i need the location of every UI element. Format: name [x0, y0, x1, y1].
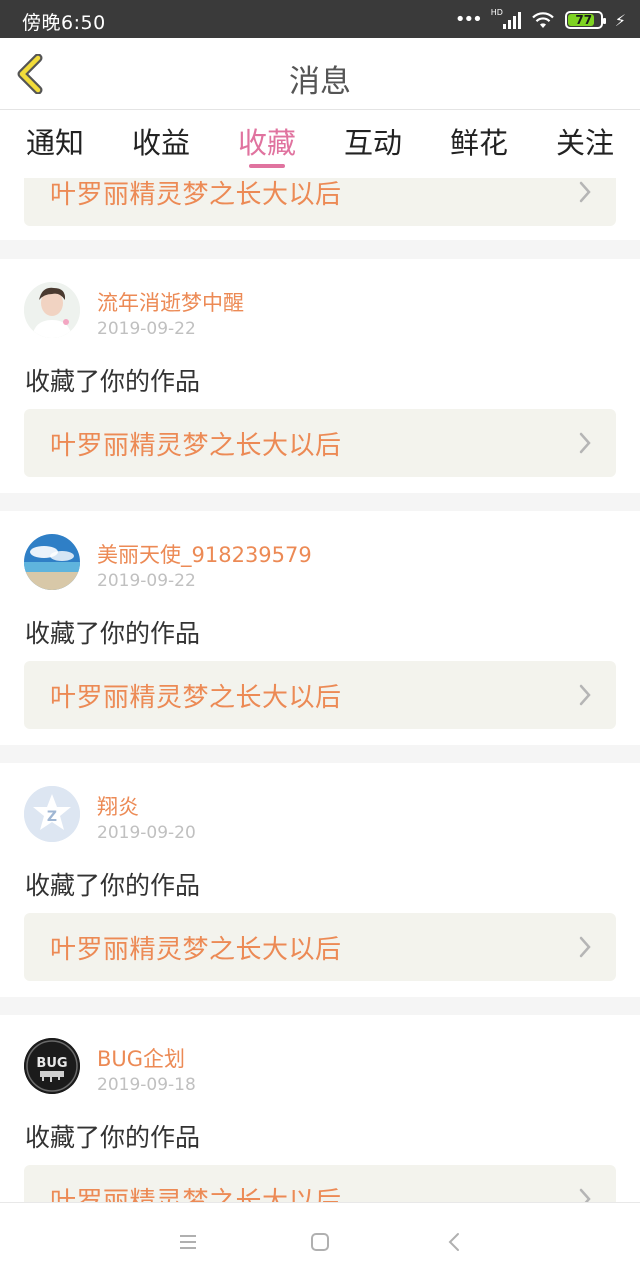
tab-notifications[interactable]: 通知 [10, 120, 100, 162]
status-time: 傍晚6:50 [22, 12, 106, 34]
wifi-icon [531, 12, 554, 28]
back-icon[interactable] [441, 1229, 467, 1255]
user-avatar[interactable]: Z [24, 786, 80, 842]
home-icon[interactable] [307, 1229, 333, 1255]
list-item: 叶罗丽精灵梦之长大以后 [0, 178, 640, 240]
notification-date: 2019-09-18 [97, 1075, 196, 1095]
notification-date: 2019-09-22 [97, 319, 196, 339]
tab-interactions[interactable]: 互动 [328, 120, 418, 162]
username[interactable]: 美丽天使_918239579 [97, 539, 312, 569]
list-item: BUG BUG企划 2019-09-18 收藏了你的作品 叶罗丽精灵梦之长大以后 [0, 1015, 640, 1202]
svg-text:Z: Z [47, 809, 57, 825]
system-nav-bar [0, 1202, 640, 1280]
work-title: 叶罗丽精灵梦之长大以后 [50, 431, 342, 461]
action-text: 收藏了你的作品 [25, 367, 201, 396]
work-link[interactable]: 叶罗丽精灵梦之长大以后 [24, 409, 616, 477]
work-link[interactable]: 叶罗丽精灵梦之长大以后 [24, 913, 616, 981]
tab-earnings[interactable]: 收益 [116, 120, 206, 162]
username[interactable]: 翔炎 [97, 791, 139, 821]
user-avatar[interactable]: BUG [24, 1038, 80, 1094]
page-title: 消息 [289, 64, 351, 100]
notification-list[interactable]: 叶罗丽精灵梦之长大以后 流年消逝梦中醒 2019-09-22 收藏了你的作品 叶… [0, 178, 640, 1202]
status-bar: 傍晚6:50 ••• HD 77 ⚡ [0, 0, 640, 38]
menu-icon[interactable] [175, 1229, 201, 1255]
list-item: 美丽天使_918239579 2019-09-22 收藏了你的作品 叶罗丽精灵梦… [0, 511, 640, 745]
tab-following[interactable]: 关注 [540, 120, 630, 162]
chevron-right-icon [579, 684, 591, 706]
work-title: 叶罗丽精灵梦之长大以后 [50, 180, 342, 210]
work-title: 叶罗丽精灵梦之长大以后 [50, 683, 342, 713]
header: 消息 [0, 38, 640, 110]
chevron-right-icon [579, 936, 591, 958]
charging-icon: ⚡ [614, 10, 626, 30]
status-icons: ••• HD 77 ⚡ [455, 8, 626, 32]
chevron-right-icon [579, 432, 591, 454]
action-text: 收藏了你的作品 [25, 619, 201, 648]
action-text: 收藏了你的作品 [25, 1123, 201, 1152]
user-avatar[interactable] [24, 282, 80, 338]
notification-date: 2019-09-20 [97, 823, 196, 843]
tab-bar: 通知 收益 收藏 互动 鲜花 关注 [0, 110, 640, 178]
username[interactable]: 流年消逝梦中醒 [97, 287, 244, 317]
username[interactable]: BUG企划 [97, 1043, 185, 1073]
chevron-right-icon [579, 1188, 591, 1202]
tab-favorites[interactable]: 收藏 [222, 120, 312, 162]
work-link[interactable]: 叶罗丽精灵梦之长大以后 [24, 661, 616, 729]
more-dots-icon: ••• [454, 9, 483, 30]
action-text: 收藏了你的作品 [25, 871, 201, 900]
battery-icon: 77 [564, 11, 606, 29]
list-item: 流年消逝梦中醒 2019-09-22 收藏了你的作品 叶罗丽精灵梦之长大以后 [0, 259, 640, 493]
work-title: 叶罗丽精灵梦之长大以后 [50, 1187, 342, 1202]
battery-level: 77 [575, 13, 593, 27]
work-link[interactable]: 叶罗丽精灵梦之长大以后 [24, 1165, 616, 1202]
notification-date: 2019-09-22 [97, 571, 196, 591]
chevron-right-icon [579, 181, 591, 203]
svg-text:BUG: BUG [36, 1056, 67, 1071]
user-avatar[interactable] [24, 534, 80, 590]
tab-active-indicator [249, 164, 285, 168]
signal-icon: HD [490, 8, 521, 29]
work-title: 叶罗丽精灵梦之长大以后 [50, 935, 342, 965]
list-item: Z 翔炎 2019-09-20 收藏了你的作品 叶罗丽精灵梦之长大以后 [0, 763, 640, 997]
network-type-label: HD [490, 8, 503, 17]
tab-flowers[interactable]: 鲜花 [434, 120, 524, 162]
work-link[interactable]: 叶罗丽精灵梦之长大以后 [24, 178, 616, 226]
